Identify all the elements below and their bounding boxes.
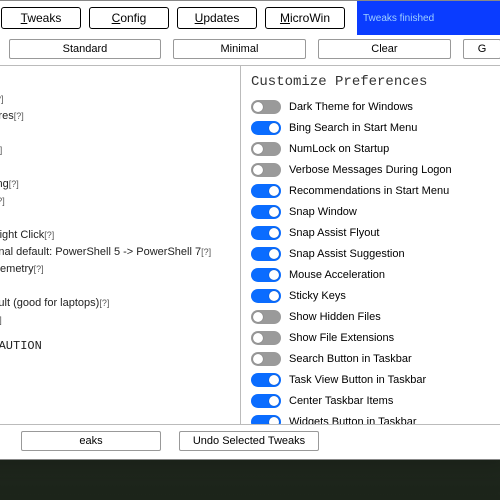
pref-label: Snap Assist Suggestion xyxy=(289,248,405,260)
pref-item: Verbose Messages During Logon xyxy=(251,159,500,180)
pref-item: Show File Extensions xyxy=(251,327,500,348)
toggle-switch[interactable] xyxy=(251,268,281,282)
pref-item: Center Taskbar Items xyxy=(251,390,500,411)
tweaks-list-pane: int[?]iles[?]eatures[?] ory[?][?]acking[… xyxy=(0,66,241,424)
undo-tweaks-button[interactable]: Undo Selected Tweaks xyxy=(179,431,319,451)
tweak-item[interactable]: 7 Telemetry[?] xyxy=(0,261,234,278)
tweak-item xyxy=(0,278,234,295)
pref-label: Search Button in Taskbar xyxy=(289,353,412,365)
tab-updates[interactable]: Updates xyxy=(177,7,257,29)
help-icon[interactable]: [?] xyxy=(0,94,4,104)
tweak-item xyxy=(0,125,234,142)
help-icon[interactable]: [?] xyxy=(0,315,2,325)
main-split: int[?]iles[?]eatures[?] ory[?][?]acking[… xyxy=(0,65,500,425)
tab-bar: Tweaks Config Updates MicroWin Tweaks fi… xyxy=(0,1,500,35)
pref-item: Recommendations in Start Menu xyxy=(251,180,500,201)
toggle-switch[interactable] xyxy=(251,100,281,114)
toggle-switch[interactable] xyxy=(251,352,281,366)
pref-label: Center Taskbar Items xyxy=(289,395,393,407)
bottom-button-bar: eaks Undo Selected Tweaks xyxy=(0,425,500,459)
tab-tweaks[interactable]: Tweaks xyxy=(1,7,81,29)
run-tweaks-button[interactable]: eaks xyxy=(21,431,161,451)
help-icon[interactable]: [?] xyxy=(99,298,109,308)
pref-label: Show File Extensions xyxy=(289,332,394,344)
toggle-switch[interactable] xyxy=(251,184,281,198)
pref-item: Widgets Button in Taskbar xyxy=(251,411,500,424)
pref-item: Snap Assist Flyout xyxy=(251,222,500,243)
preferences-list: Dark Theme for Windows Bing Search in Sta… xyxy=(251,96,500,424)
pref-item: Bing Search in Start Menu xyxy=(251,117,500,138)
utility-window: Tweaks Config Updates MicroWin Tweaks fi… xyxy=(0,0,500,460)
toggle-switch[interactable] xyxy=(251,205,281,219)
pref-item: Snap Window xyxy=(251,201,500,222)
tab-config[interactable]: Config xyxy=(89,7,169,29)
toggle-switch[interactable] xyxy=(251,226,281,240)
tweak-item[interactable]: erminal default: PowerShell 5 -> PowerSh… xyxy=(0,244,234,261)
preferences-pane: Customize Preferences Dark Theme for Win… xyxy=(241,66,500,424)
preferences-heading: Customize Preferences xyxy=(251,74,500,90)
pref-label: NumLock on Startup xyxy=(289,143,389,155)
pref-item: Dark Theme for Windows xyxy=(251,96,500,117)
pref-item: Snap Assist Suggestion xyxy=(251,243,500,264)
pref-item: Show Hidden Files xyxy=(251,306,500,327)
help-icon[interactable]: [?] xyxy=(201,247,211,257)
help-icon[interactable]: [?] xyxy=(0,196,5,206)
tweak-item[interactable]: ual[?] xyxy=(0,312,234,329)
pref-label: Verbose Messages During Logon xyxy=(289,164,452,176)
preset-partial-button[interactable]: G xyxy=(463,39,500,59)
pref-label: Snap Assist Flyout xyxy=(289,227,380,239)
pref-item: Search Button in Taskbar xyxy=(251,348,500,369)
pref-item: NumLock on Startup xyxy=(251,138,500,159)
help-icon[interactable]: [?] xyxy=(0,145,2,155)
pref-item: Task View Button in Taskbar xyxy=(251,369,500,390)
pref-item: Mouse Acceleration xyxy=(251,264,500,285)
pref-label: Snap Window xyxy=(289,206,357,218)
toggle-switch[interactable] xyxy=(251,121,281,135)
pref-label: Bing Search in Start Menu xyxy=(289,122,417,134)
pref-label: Mouse Acceleration xyxy=(289,269,385,281)
toggle-switch[interactable] xyxy=(251,331,281,345)
pref-label: Show Hidden Files xyxy=(289,311,381,323)
toggle-switch[interactable] xyxy=(251,394,281,408)
toggle-switch[interactable] xyxy=(251,142,281,156)
pref-label: Dark Theme for Windows xyxy=(289,101,413,113)
tab-microwin[interactable]: MicroWin xyxy=(265,7,345,29)
help-icon[interactable]: [?] xyxy=(34,264,44,274)
help-icon[interactable]: [?] xyxy=(44,230,54,240)
pref-label: Widgets Button in Taskbar xyxy=(289,416,417,425)
tweak-item[interactable]: ith Right Click[?] xyxy=(0,227,234,244)
preset-bar: Standard Minimal Clear G xyxy=(0,35,500,65)
pref-item: Sticky Keys xyxy=(251,285,500,306)
preset-clear-button[interactable]: Clear xyxy=(318,39,451,59)
preset-minimal-button[interactable]: Minimal xyxy=(173,39,306,59)
tweak-item[interactable]: nse[?] xyxy=(0,193,234,210)
status-text: Tweaks finished xyxy=(363,13,434,24)
toggle-switch[interactable] xyxy=(251,247,281,261)
help-icon[interactable]: [?] xyxy=(9,179,19,189)
tweak-item xyxy=(0,210,234,227)
help-icon[interactable]: [?] xyxy=(14,111,24,121)
pref-label: Task View Button in Taskbar xyxy=(289,374,426,386)
tweak-item[interactable]: [?] xyxy=(0,159,234,176)
preset-standard-button[interactable]: Standard xyxy=(9,39,161,59)
toggle-switch[interactable] xyxy=(251,373,281,387)
tweak-item[interactable]: int[?] xyxy=(0,74,234,91)
caution-heading: - CAUTION xyxy=(0,339,234,353)
toggle-switch[interactable] xyxy=(251,310,281,324)
tweak-item[interactable]: ory[?] xyxy=(0,142,234,159)
pref-label: Recommendations in Start Menu xyxy=(289,185,449,197)
tweak-item[interactable]: default (good for laptops)[?] xyxy=(0,295,234,312)
tweak-item[interactable]: acking[?] xyxy=(0,176,234,193)
tweak-item[interactable]: eatures[?] xyxy=(0,108,234,125)
tweak-item[interactable]: iles[?] xyxy=(0,91,234,108)
toggle-switch[interactable] xyxy=(251,415,281,425)
pref-label: Sticky Keys xyxy=(289,290,346,302)
toggle-switch[interactable] xyxy=(251,163,281,177)
status-bar: Tweaks finished xyxy=(357,1,500,35)
toggle-switch[interactable] xyxy=(251,289,281,303)
